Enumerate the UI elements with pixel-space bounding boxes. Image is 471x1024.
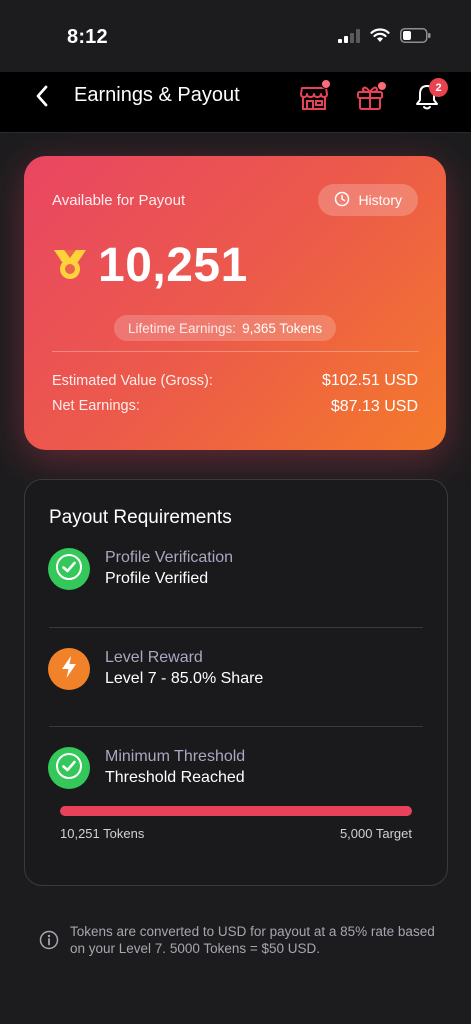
- status-time: 8:12: [67, 26, 108, 48]
- requirement-value: Level 7 - 85.0% Share: [105, 670, 264, 687]
- back-button[interactable]: [28, 84, 56, 112]
- requirement-value: Profile Verified: [105, 570, 209, 587]
- conversion-note: Tokens are converted to USD for payout a…: [70, 924, 435, 956]
- bell-icon: 2: [412, 78, 448, 112]
- check-icon: [55, 553, 83, 586]
- requirement-divider: [49, 726, 423, 727]
- page-title: Earnings & Payout: [74, 84, 240, 106]
- history-button[interactable]: History: [318, 184, 418, 216]
- lightning-icon: [60, 655, 78, 684]
- gift-icon: [355, 81, 387, 112]
- net-value: $87.13 USD: [330, 398, 418, 415]
- net-label: Net Earnings:: [52, 398, 140, 414]
- estimated-label: Estimated Value (Gross):: [52, 373, 213, 389]
- estimated-value: $102.51 USD: [321, 372, 418, 389]
- info-icon: [39, 930, 59, 955]
- shop-icon: [299, 79, 331, 112]
- verified-status-icon: [48, 548, 90, 590]
- status-icons: [338, 28, 431, 48]
- lifetime-label: Lifetime Earnings:: [128, 320, 237, 336]
- available-label: Available for Payout: [52, 192, 186, 209]
- threshold-status-icon: [48, 747, 90, 789]
- token-balance: 10,251: [98, 239, 248, 292]
- progress-target-label: 5,000 Target: [339, 826, 412, 841]
- check-icon: [55, 752, 83, 785]
- lifetime-earnings-pill: Lifetime Earnings: 9,365 Tokens: [114, 315, 337, 341]
- history-label: History: [358, 192, 402, 208]
- earnings-card: Available for Payout History 10,251 Life…: [24, 156, 446, 450]
- requirement-divider: [49, 627, 423, 628]
- threshold-progress-bar: [60, 806, 412, 816]
- signal-icon: [338, 28, 360, 48]
- gift-button[interactable]: [353, 80, 387, 114]
- lifetime-value: 9,365 Tokens: [242, 320, 323, 336]
- notifications-button[interactable]: 2: [410, 78, 448, 114]
- level-status-icon: [48, 648, 90, 690]
- shop-button[interactable]: [297, 79, 331, 114]
- requirement-label: Profile Verification: [105, 549, 234, 566]
- requirements-title: Payout Requirements: [49, 507, 232, 528]
- requirement-label: Level Reward: [105, 649, 203, 666]
- card-divider: [52, 351, 419, 352]
- wifi-icon: [370, 28, 390, 48]
- clock-icon: [334, 191, 350, 210]
- payout-requirements-card: Payout Requirements Profile Verification…: [24, 479, 448, 886]
- notification-badge: 2: [429, 78, 448, 97]
- requirement-value: Threshold Reached: [105, 769, 245, 786]
- battery-icon: [400, 28, 431, 48]
- progress-current-label: 10,251 Tokens: [60, 826, 145, 841]
- requirement-label: Minimum Threshold: [105, 748, 246, 765]
- token-icon: [52, 248, 88, 287]
- chevron-left-icon: [35, 85, 49, 112]
